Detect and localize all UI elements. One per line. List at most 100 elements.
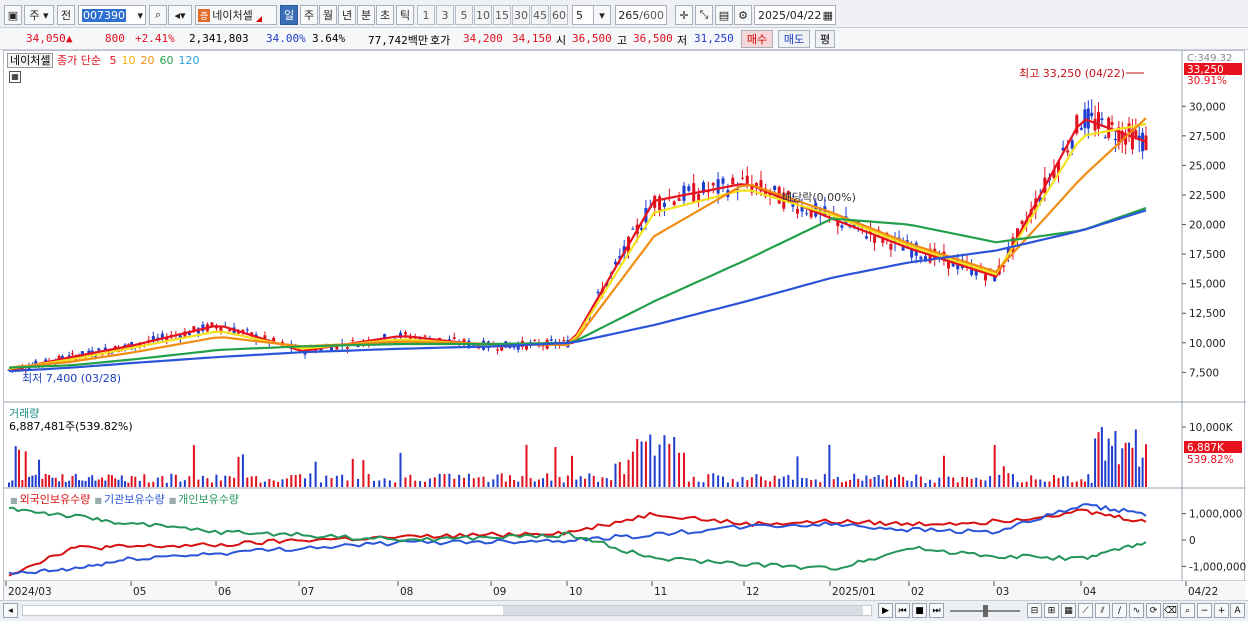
crosshair-icon[interactable]: ✛ — [675, 5, 693, 25]
ma-legend-item[interactable]: 5 — [109, 54, 116, 67]
candle-body — [596, 291, 600, 294]
volume-bar — [741, 476, 744, 487]
period-tab[interactable]: 분 — [357, 5, 375, 25]
interval-dropdown-icon[interactable]: ▾ — [593, 5, 611, 25]
stock-name-field[interactable]: 증 네이처셀 — [195, 5, 277, 25]
volume-bar — [319, 482, 322, 487]
line-tool-icon[interactable]: ∕ — [1112, 603, 1127, 618]
text-tool-icon[interactable]: A — [1230, 603, 1245, 618]
interval-button[interactable]: 60 — [550, 5, 568, 25]
average-button[interactable]: 평 — [815, 30, 835, 48]
save-icon[interactable]: ▤ — [715, 5, 733, 25]
y-tick-label: 17,500 — [1189, 249, 1226, 261]
count-field[interactable]: 265/600 — [615, 5, 667, 25]
candle-body — [70, 353, 74, 355]
table-toggle-icon[interactable]: ▦ — [9, 71, 21, 83]
horizontal-scrollbar[interactable] — [22, 605, 872, 616]
zoom-out-icon[interactable]: − — [1197, 603, 1212, 618]
compare-button[interactable]: 전 — [57, 5, 75, 25]
ma-legend-item[interactable]: 20 — [140, 54, 154, 67]
dividend-annotation: 배당락(0.00%) — [782, 191, 856, 204]
volume-bar — [492, 479, 495, 487]
scroll-left-icon[interactable]: ◂ — [3, 603, 18, 618]
holding-legend-item[interactable]: 외국인보유수량 — [20, 493, 91, 506]
volume-bar — [414, 480, 417, 487]
interval-button[interactable]: 1 — [417, 5, 435, 25]
trade-volume: 2,341,803 — [189, 32, 249, 45]
rewind-icon[interactable]: ⏮ — [895, 603, 910, 618]
scrollbar-thumb[interactable] — [503, 606, 863, 615]
volume-bar — [1083, 481, 1086, 487]
stock-name: 네이처셀 — [212, 9, 253, 22]
interval-button[interactable]: 45 — [531, 5, 549, 25]
date-field[interactable]: 2025/04/22 ▦ — [754, 5, 836, 25]
volume-current-pct: 539.82% — [1187, 454, 1234, 466]
gear-icon[interactable]: ⚙ — [734, 5, 752, 25]
layout-split-icon[interactable]: ⊟ — [1027, 603, 1042, 618]
interval-button[interactable]: 30 — [512, 5, 530, 25]
candle-body — [496, 349, 500, 351]
sell-button[interactable]: 매도 — [778, 30, 810, 48]
layout-grid-icon[interactable]: ▦ — [1061, 603, 1076, 618]
chart-area[interactable]: 30,000 27,500 25,000 22,500 20,000 17,500 15,0… — [3, 50, 1246, 601]
layout-tile-icon[interactable]: ⊞ — [1044, 603, 1059, 618]
interval-button[interactable]: 15 — [493, 5, 511, 25]
cycle-tool-icon[interactable]: ⟳ — [1146, 603, 1161, 618]
period-tab[interactable]: 주 — [300, 5, 318, 25]
zoom-slider-handle[interactable] — [983, 605, 988, 617]
fib-tool-icon[interactable]: ⫽ — [1095, 603, 1110, 618]
zoom-in-icon[interactable]: + — [1214, 603, 1229, 618]
volume-bar — [702, 482, 705, 487]
ma-legend-item[interactable]: 60 — [159, 54, 173, 67]
volume-bar — [640, 441, 643, 487]
period-tab[interactable]: 월 — [319, 5, 337, 25]
window-layout-icon[interactable]: ▣ — [4, 5, 22, 25]
play-icon[interactable]: ▶ — [878, 603, 893, 618]
holding-legend-item[interactable]: 개인보유수량 — [178, 493, 239, 506]
trend-tool-icon[interactable]: ⟋ — [1078, 603, 1093, 618]
volume-bar — [584, 478, 587, 487]
bottom-scroll-bar: ◂ ▶ ⏮ ■ ⏭ ⊟ ⊞ ▦ ⟋ ⫽ ∕ ∿ ⟳ ⌫ ⌕ − + A — [0, 600, 1248, 621]
volume-bar — [722, 476, 724, 487]
stock-code-input[interactable]: 007390 ▾ — [78, 5, 146, 25]
volume-bar — [736, 481, 739, 487]
chevron-down-icon[interactable]: ▾ — [137, 9, 145, 22]
erase-tool-icon[interactable]: ⌫ — [1163, 603, 1178, 618]
stock-badge[interactable]: 네이처셀 — [7, 53, 54, 68]
buy-button[interactable]: 매수 — [741, 30, 773, 48]
ma-legend-item[interactable]: 120 — [178, 54, 199, 67]
volume-bar — [351, 458, 354, 487]
volume-bar — [542, 478, 545, 487]
wave-tool-icon[interactable]: ∿ — [1129, 603, 1144, 618]
market-select[interactable]: 주 ▾ — [24, 5, 54, 25]
speaker-icon[interactable]: ◂▾ — [168, 5, 192, 25]
volume-bar — [678, 452, 681, 487]
x-tick-label: 2025/01 — [832, 586, 876, 598]
volume-bar — [117, 479, 120, 487]
calendar-icon[interactable]: ▦ — [823, 9, 835, 22]
period-tab[interactable]: 틱 — [396, 5, 414, 25]
candle-body — [403, 332, 407, 335]
volume-bar — [1121, 448, 1124, 487]
period-tab[interactable]: 일 — [280, 5, 298, 25]
chart-canvas[interactable]: 30,000 27,500 25,000 22,500 20,000 17,500 15,0… — [4, 51, 1246, 601]
interval-button[interactable]: 3 — [436, 5, 454, 25]
volume-bar — [1080, 479, 1083, 487]
interval-button[interactable]: 10 — [474, 5, 492, 25]
volume-bar — [663, 435, 666, 487]
volume-current-tag: 6,887K — [1187, 442, 1225, 454]
volume-bar — [183, 480, 186, 487]
interval-button[interactable]: 5 — [455, 5, 473, 25]
ma-legend-item[interactable]: 10 — [121, 54, 135, 67]
search-icon[interactable]: ⌕ — [149, 5, 167, 25]
draw-tool-icon[interactable]: ⤡ — [695, 5, 713, 25]
holding-legend-item[interactable]: 기관보유수량 — [104, 493, 165, 506]
volume-bar — [1090, 482, 1093, 487]
fast-forward-icon[interactable]: ⏭ — [929, 603, 944, 618]
period-tab[interactable]: 초 — [376, 5, 394, 25]
zoom-search-icon[interactable]: ⌕ — [1180, 603, 1195, 618]
period-tab[interactable]: 년 — [338, 5, 356, 25]
stop-icon[interactable]: ■ — [912, 603, 927, 618]
volume-bar — [597, 481, 600, 487]
volume-y-label: 10,000K — [1189, 422, 1234, 434]
